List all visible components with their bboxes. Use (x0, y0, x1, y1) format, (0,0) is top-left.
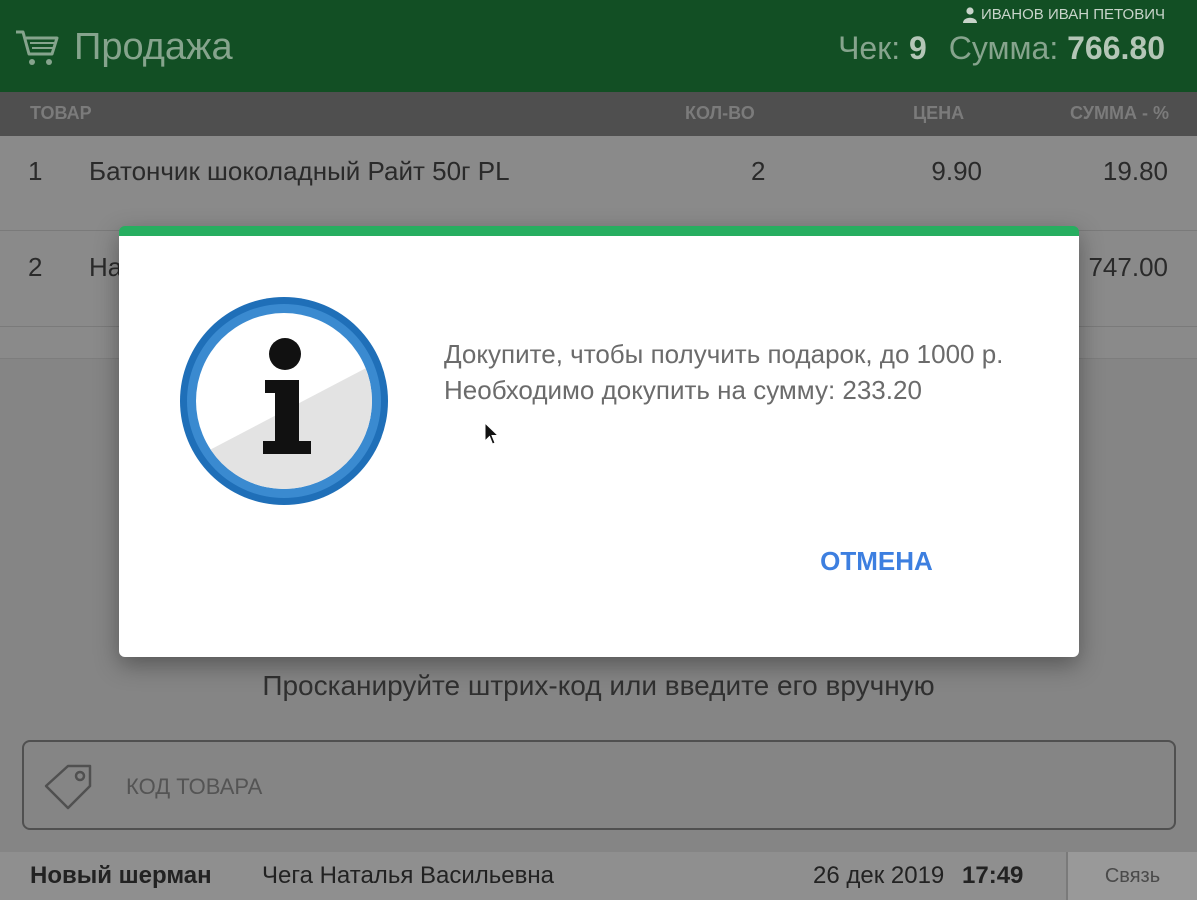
row-number: 1 (28, 156, 43, 186)
info-icon (180, 297, 388, 505)
current-date: 26 дек 2019 (813, 862, 945, 889)
column-sum: СУММА - % (1070, 103, 1169, 123)
user-name: ИВАНОВ ИВАН ПЕТОВИЧ (981, 6, 1165, 23)
scan-hint: Просканируйте штрих-код или введите его … (262, 670, 935, 701)
row-price: 9.90 (931, 156, 982, 186)
cart-icon (16, 30, 59, 65)
current-time: 17:49 (962, 862, 1024, 889)
sum-label: Сумма: (948, 30, 1059, 66)
product-code-input[interactable]: КОД ТОВАРА (22, 740, 1176, 830)
sum-value: 766.80 (1067, 30, 1165, 66)
receipt-summary: Чек: 9 Сумма: 766.80 (838, 30, 1165, 67)
app-header: Продажа ИВАНОВ ИВАН ПЕТОВИЧ Чек: 9 Сумма:… (0, 0, 1197, 92)
check-label: Чек: (838, 30, 901, 66)
column-quantity: КОЛ-ВО (685, 103, 755, 123)
check-number: 9 (909, 30, 927, 66)
column-price: ЦЕНА (913, 103, 965, 123)
row-name: Батончик шоколадный Райт 50г PL (89, 156, 510, 186)
row-name: На (89, 252, 123, 282)
store-name: Новый шерман (30, 862, 212, 889)
cancel-button[interactable]: ОТМЕНА (809, 536, 944, 586)
dialog-message: Докупите, чтобы получить подарок, до 100… (444, 339, 1004, 405)
product-code-placeholder: КОД ТОВАРА (126, 774, 263, 799)
cashier-name: Чега Наталья Васильевна (262, 862, 554, 889)
row-quantity: 2 (751, 156, 766, 186)
tag-icon (44, 764, 92, 810)
info-dialog: Докупите, чтобы получить подарок, до 100… (119, 226, 1079, 657)
row-sum: 747.00 (1088, 252, 1168, 282)
row-sum: 19.80 (1102, 156, 1168, 186)
row-number: 2 (28, 252, 43, 282)
page-title: Продажа (74, 26, 233, 68)
user-icon (963, 6, 978, 23)
connection-button[interactable]: Связь (1066, 852, 1197, 900)
current-user: ИВАНОВ ИВАН ПЕТОВИЧ (963, 6, 1165, 23)
table-row[interactable]: 1 Батончик шоколадный Райт 50г PL 2 9.90… (0, 136, 1197, 231)
status-bar: Новый шерман Чега Наталья Васильевна 26 … (0, 852, 1197, 900)
table-header: ТОВАР КОЛ-ВО ЦЕНА СУММА - % (0, 92, 1197, 136)
column-product: ТОВАР (30, 103, 92, 123)
mouse-cursor-icon (484, 422, 500, 445)
